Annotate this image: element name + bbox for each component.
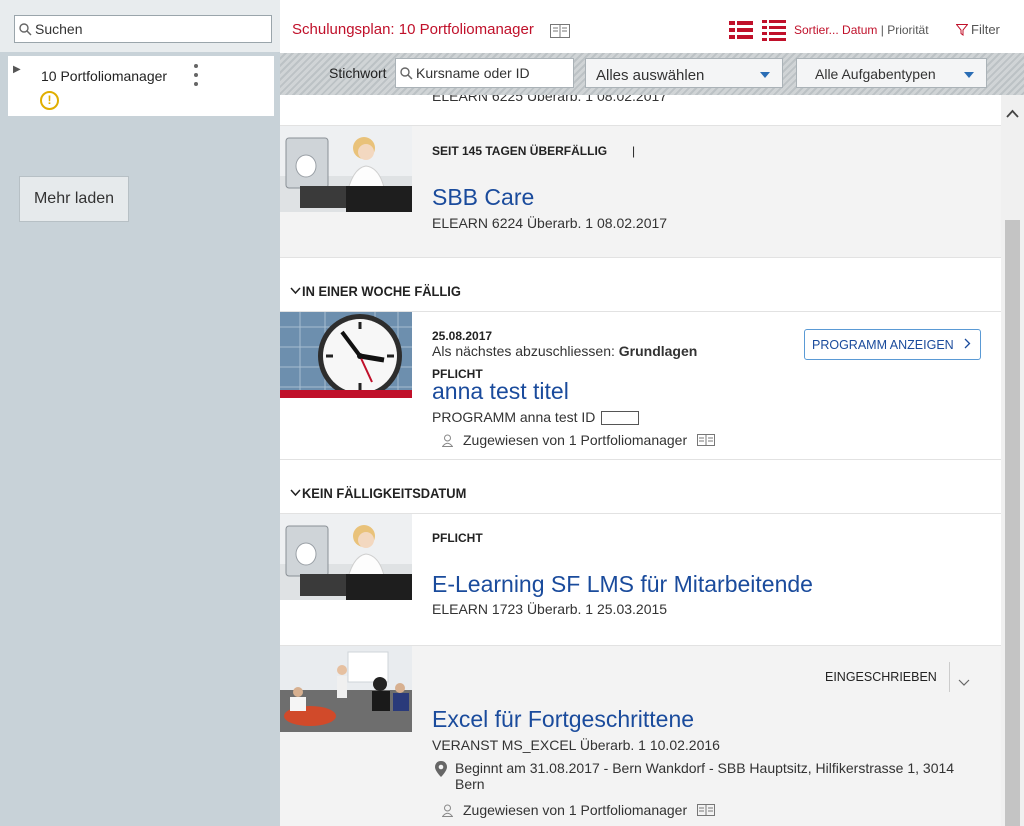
program-id-box	[601, 411, 640, 426]
select-all-dropdown[interactable]: Alles auswählen	[585, 58, 783, 88]
sidebar-search-box[interactable]	[14, 15, 272, 43]
compact-list-view-icon[interactable]	[762, 20, 786, 47]
sort-controls: Sortier... Datum | Priorität	[794, 23, 929, 37]
filter-label: Filter	[971, 22, 1000, 37]
location-pin-icon	[434, 760, 448, 783]
chevron-down-icon	[290, 486, 301, 500]
info-card-icon[interactable]	[697, 804, 716, 816]
left-search-area	[0, 0, 280, 52]
assigned-by: Zugewiesen von 1 Portfoliomanager	[442, 432, 716, 448]
course-thumbnail	[280, 514, 412, 600]
status-separator: |	[632, 144, 636, 158]
course-title[interactable]: E-Learning SF LMS für Mitarbeitende	[432, 571, 813, 598]
course-card-elearning-sf[interactable]: PFLICHT E-Learning SF LMS für Mitarbeite…	[280, 514, 1001, 646]
chevron-down-icon	[964, 72, 974, 78]
list-view-icon[interactable]	[729, 20, 753, 45]
mandatory-label: PFLICHT	[432, 531, 483, 545]
enrollment-status: EINGESCHRIEBEN	[825, 670, 937, 684]
program-thumbnail	[280, 312, 412, 398]
group-header-due-week[interactable]: IN EINER WOCHE FÄLLIG	[280, 258, 1001, 312]
course-meta: VERANST MS_EXCEL Überarb. 1 10.02.2016	[432, 737, 720, 753]
chevron-down-icon	[760, 72, 770, 78]
course-title[interactable]: SBB Care	[432, 184, 534, 211]
course-meta: ELEARN 1723 Überarb. 1 25.03.2015	[432, 601, 668, 617]
partial-course-meta: ELEARN 6225 Überarb. 1 08.02.2017	[432, 95, 668, 104]
warning-icon: !	[40, 91, 59, 110]
expand-triangle-icon[interactable]: ▶	[13, 64, 21, 75]
program-card-anna[interactable]: 25.08.2017 Als nächstes abzuschliessen: …	[280, 312, 1001, 460]
program-meta: PROGRAMM anna test ID	[432, 409, 640, 426]
select-all-label: Alles auswählen	[596, 67, 705, 84]
group-header-label: IN EINER WOCHE FÄLLIG	[302, 283, 461, 299]
course-thumbnail	[280, 646, 412, 732]
next-step: Als nächstes abzuschliessen: Grundlagen	[432, 343, 697, 359]
chevron-down-icon[interactable]	[958, 674, 970, 692]
status-divider	[949, 662, 950, 692]
keyword-label: Stichwort	[329, 65, 387, 81]
program-title[interactable]: anna test titel	[432, 378, 569, 405]
content-scrollbar[interactable]	[1001, 95, 1024, 826]
search-icon	[396, 66, 416, 80]
next-step-value: Grundlagen	[618, 343, 698, 359]
task-type-dropdown[interactable]: Alle Aufgabentypen	[796, 58, 987, 88]
filter-icon	[956, 23, 968, 36]
more-options-icon[interactable]	[191, 64, 201, 86]
sort-priority[interactable]: Priorität	[887, 23, 928, 37]
header-bar: Schulungsplan: 10 Portfoliomanager Sorti…	[280, 0, 1024, 58]
program-meta-text: PROGRAMM anna test ID	[432, 409, 596, 425]
keyword-search-box[interactable]	[395, 58, 574, 88]
show-program-label: PROGRAMM ANZEIGEN	[812, 337, 954, 352]
group-header-label: KEIN FÄLLIGKEITSDATUM	[302, 485, 467, 501]
user-icon	[442, 804, 453, 817]
load-more-button[interactable]: Mehr laden	[19, 176, 129, 222]
chevron-down-icon	[290, 284, 301, 298]
overdue-status: SEIT 145 TAGEN ÜBERFÄLLIG	[432, 144, 608, 158]
course-meta: ELEARN 6224 Überarb. 1 08.02.2017	[432, 215, 668, 231]
scrollbar-thumb[interactable]	[1005, 220, 1020, 826]
left-panel: ▶ 10 Portfoliomanager ! Mehr laden	[0, 0, 280, 826]
filter-button[interactable]: Filter	[956, 22, 1000, 37]
assigned-by: Zugewiesen von 1 Portfoliomanager	[442, 802, 716, 818]
course-title[interactable]: Excel für Fortgeschrittene	[432, 706, 694, 733]
task-type-label: Alle Aufgabentypen	[815, 66, 936, 82]
course-card-sbb-care[interactable]: SEIT 145 TAGEN ÜBERFÄLLIG | SBB Care ELE…	[280, 125, 1001, 258]
search-icon	[15, 16, 35, 42]
user-icon	[442, 434, 453, 447]
list-item-portfoliomanager[interactable]: ▶ 10 Portfoliomanager !	[8, 56, 274, 116]
event-location: Beginnt am 31.08.2017 - Bern Wankdorf - …	[455, 760, 955, 792]
filter-toolbar: Stichwort Alles auswählen Alle Aufgabent…	[280, 53, 1024, 95]
course-thumbnail	[280, 126, 412, 212]
sort-separator: |	[880, 23, 884, 37]
learning-plan-list: ELEARN 6225 Überarb. 1 08.02.2017 SEIT 1…	[280, 95, 1001, 826]
sort-date[interactable]: Datum	[842, 23, 877, 37]
next-step-label: Als nächstes abzuschliessen:	[432, 343, 615, 359]
keyword-search-input[interactable]	[416, 65, 566, 81]
chevron-right-icon	[964, 338, 971, 352]
info-card-icon[interactable]	[697, 434, 716, 446]
info-card-icon[interactable]	[550, 24, 570, 43]
list-item-label: 10 Portfoliomanager	[41, 68, 168, 84]
sort-label[interactable]: Sortier...	[794, 23, 839, 37]
show-program-button[interactable]: PROGRAMM ANZEIGEN	[804, 329, 981, 360]
page-title: Schulungsplan: 10 Portfoliomanager	[292, 21, 534, 38]
due-date: 25.08.2017	[432, 329, 493, 343]
scroll-up-icon[interactable]	[1006, 107, 1019, 121]
assigned-text: Zugewiesen von 1 Portfoliomanager	[463, 802, 688, 818]
assigned-text: Zugewiesen von 1 Portfoliomanager	[463, 432, 688, 448]
sidebar-search-input[interactable]	[35, 21, 265, 37]
app-root: ▶ 10 Portfoliomanager ! Mehr laden Schul…	[0, 0, 1024, 826]
course-card-excel[interactable]: EINGESCHRIEBEN Excel für Fortgeschritten…	[280, 646, 1001, 826]
group-header-no-due-date[interactable]: KEIN FÄLLIGKEITSDATUM	[280, 460, 1001, 514]
